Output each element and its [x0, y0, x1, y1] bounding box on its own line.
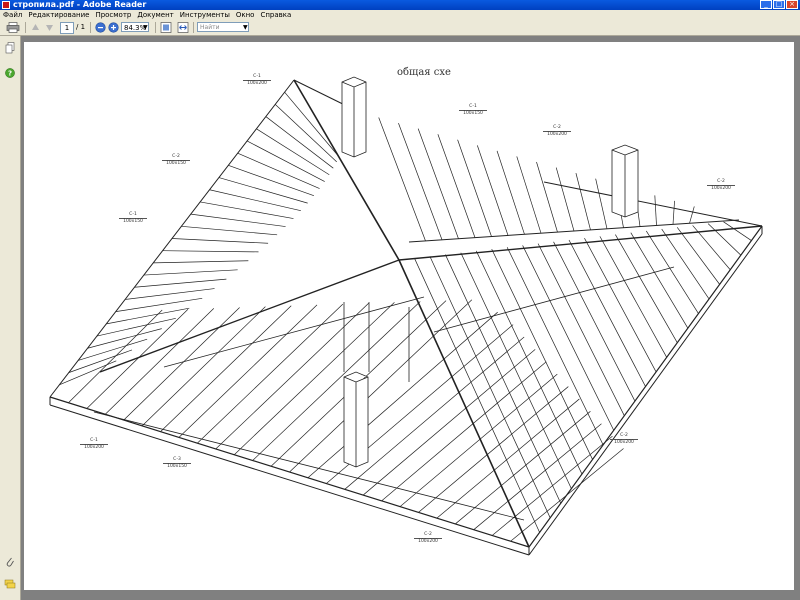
menu-document[interactable]: Документ: [134, 10, 176, 20]
dimension-label: С-1 100x200: [243, 74, 271, 86]
menu-window[interactable]: Окно: [233, 10, 258, 20]
dimension-label: С-2 100x200: [543, 125, 571, 137]
print-icon[interactable]: [6, 22, 20, 33]
zoom-out-icon[interactable]: [95, 22, 106, 33]
dimension-label: С-1 100x150: [119, 212, 147, 224]
menu-help[interactable]: Справка: [257, 10, 294, 20]
fit-width-icon[interactable]: [177, 22, 189, 33]
previous-page-icon[interactable]: [30, 22, 41, 33]
dimension-label: С-3 100x150: [163, 457, 191, 469]
menu-tools[interactable]: Инструменты: [177, 10, 233, 20]
menu-bar: Файл Редактирование Просмотр Документ Ин…: [0, 10, 800, 20]
comments-icon[interactable]: [4, 579, 16, 589]
dimension-label: С-1 100x150: [459, 104, 487, 116]
dimension-label: С-2 100x200: [707, 179, 735, 191]
adobe-reader-icon: [2, 1, 10, 9]
dimension-label: С-2 100x200: [414, 532, 442, 544]
window-title: стропила.pdf - Adobe Reader: [13, 0, 147, 9]
search-dropdown-icon[interactable]: ▼: [243, 22, 248, 33]
dimension-label: С-2 100x150: [162, 154, 190, 166]
menu-edit[interactable]: Редактирование: [25, 10, 92, 20]
toolbar: 1 / 1 84.3% ▼ Найти ▼: [0, 20, 800, 36]
page-count: / 1: [76, 23, 86, 31]
svg-text:?: ?: [8, 70, 12, 78]
zoom-dropdown-icon[interactable]: ▼: [143, 22, 148, 33]
close-button[interactable]: ×: [786, 0, 798, 9]
zoom-in-icon[interactable]: [108, 22, 119, 33]
menu-view[interactable]: Просмотр: [92, 10, 134, 20]
fit-page-icon[interactable]: [160, 22, 172, 33]
page-number-input[interactable]: 1: [60, 22, 74, 34]
maximize-button[interactable]: □: [773, 0, 785, 9]
pages-icon[interactable]: [5, 42, 15, 54]
menu-file[interactable]: Файл: [0, 10, 25, 20]
minimize-button[interactable]: _: [760, 0, 772, 9]
help-icon[interactable]: ?: [5, 68, 15, 78]
next-page-icon[interactable]: [44, 22, 55, 33]
roof-truss-drawing: [49, 76, 763, 556]
navigation-panel: ?: [0, 36, 21, 600]
document-page: общая схе С-1 100x200 С-1 100x150 С-2 100x2…: [24, 42, 794, 590]
search-input[interactable]: Найти: [197, 22, 249, 32]
title-bar: стропила.pdf - Adobe Reader _ □ ×: [0, 0, 800, 10]
dimension-label: С-2 100x200: [610, 433, 638, 445]
dimension-label: С-1 100x200: [80, 438, 108, 450]
attachments-icon[interactable]: [5, 556, 15, 568]
